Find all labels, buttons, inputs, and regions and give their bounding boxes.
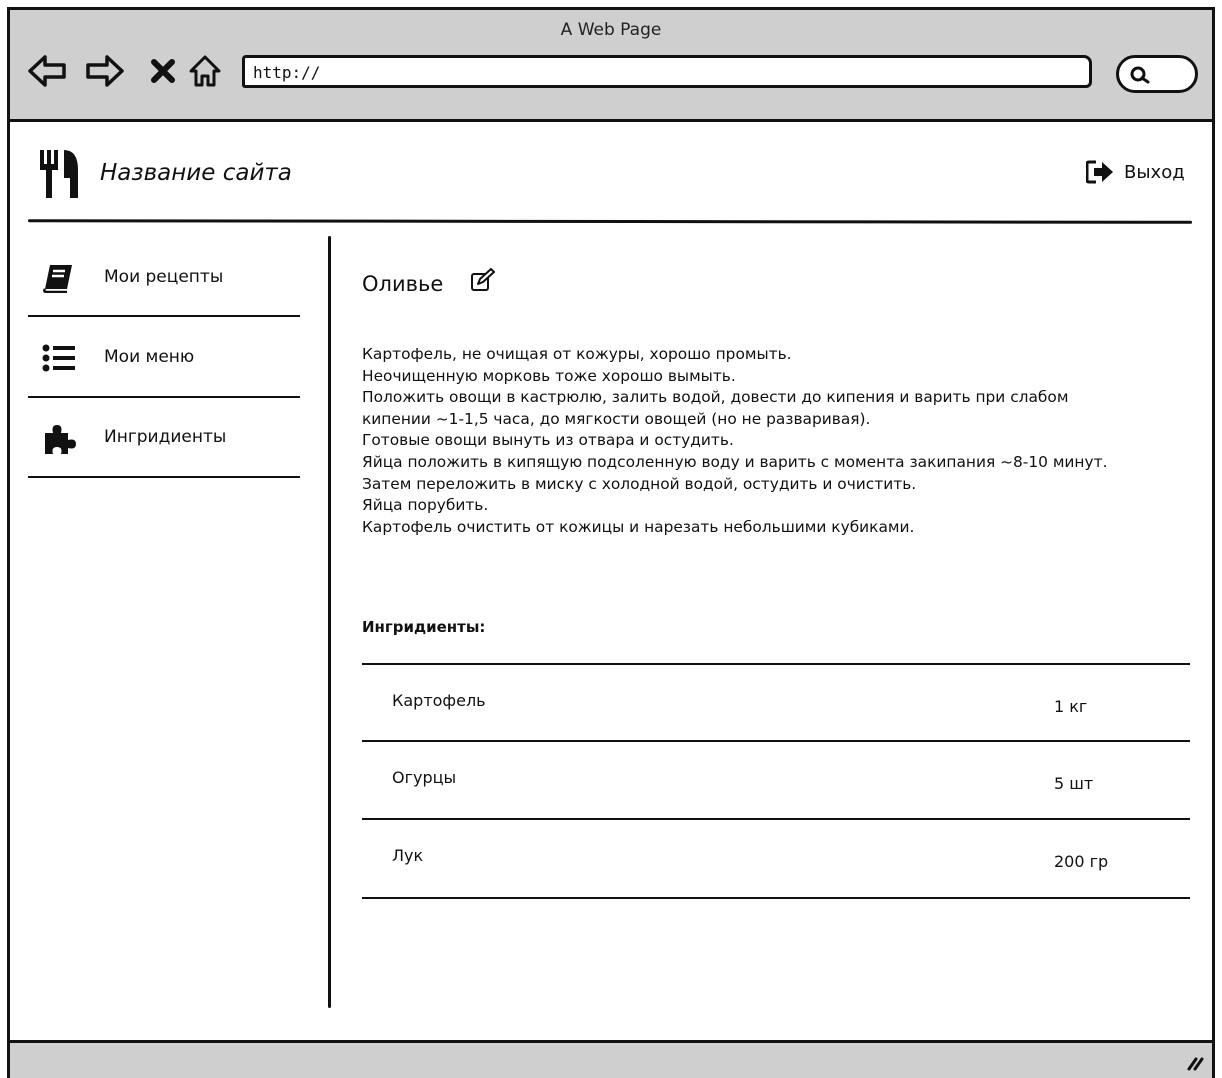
status-bar (10, 1040, 1212, 1078)
recipe-line: Яйца положить в кипящую подсоленную воду… (362, 452, 1108, 471)
ingredient-row: Лук 200 гр (362, 820, 1190, 896)
recipe-line: Картофель, не очищая от кожуры, хорошо п… (362, 345, 792, 363)
sidebar-separator (328, 236, 331, 1008)
arrow-right-icon (86, 55, 124, 87)
sidebar-item-my-recipes[interactable]: Мои рецепты (28, 239, 300, 319)
home-icon (189, 55, 221, 87)
home-button[interactable] (184, 50, 226, 92)
recipe-title: Оливье (362, 272, 444, 296)
close-icon (151, 59, 175, 83)
recipe-line: Картофель очистить от кожицы и нарезать … (362, 517, 915, 536)
recipe-line: Положить овощи в кастрюлю, залить водой,… (362, 388, 1069, 407)
ingredients-heading: Ингридиенты: (362, 618, 486, 636)
sidebar-item-ingredients[interactable]: Ингридиенты (28, 399, 300, 479)
address-bar[interactable]: http:// (242, 55, 1092, 88)
window-title: A Web Page (560, 20, 662, 40)
cutlery-logo-icon (40, 150, 78, 198)
search-icon (1130, 66, 1150, 84)
sidebar-item-label: Мои рецепты (104, 267, 224, 287)
ingredient-row: Огурцы 5 шт (362, 742, 1190, 818)
recipe-line: Готовые овощи вынуть из отвара и остудит… (362, 431, 734, 450)
recipe-line: кипении ~1-1,5 часа, до мягкости овощей … (362, 409, 871, 428)
logout-label: Выход (1124, 161, 1185, 183)
browser-window: A Web Page http:// Название сайта Выход … (7, 7, 1215, 1078)
logout-button[interactable]: Выход (1086, 160, 1185, 184)
ingredient-name: Огурцы (392, 768, 457, 787)
recipe-line: Затем переложить в миску с холодной водо… (362, 474, 917, 493)
book-icon (43, 265, 72, 293)
ingredient-quantity: 200 гр (1054, 852, 1109, 871)
arrow-left-icon (28, 55, 66, 87)
recipe-line: Яйца порубить. (362, 496, 489, 515)
forward-button[interactable] (84, 50, 126, 92)
ingredient-name: Лук (392, 846, 424, 865)
ingredient-row: Картофель 1 кг (362, 665, 1190, 741)
sidebar-divider (28, 396, 300, 398)
edit-icon[interactable] (470, 268, 496, 292)
recipe-line: Неочищенную морковь тоже хорошо вымыть. (362, 366, 736, 385)
puzzle-icon (45, 425, 76, 454)
resize-grip-icon[interactable] (1186, 1053, 1204, 1071)
sidebar-item-label: Ингридиенты (104, 427, 227, 447)
browser-search-button[interactable] (1116, 55, 1198, 93)
recipe-description: Картофель, не очищая от кожуры, хорошо п… (362, 344, 1192, 538)
header-divider (27, 219, 1193, 224)
sidebar-item-label: Мои меню (104, 347, 195, 367)
ingredient-name: Картофель (392, 691, 486, 710)
sign-out-icon (1086, 160, 1113, 184)
ingredients-divider (362, 897, 1190, 899)
list-icon (42, 344, 75, 372)
ingredient-quantity: 1 кг (1054, 697, 1088, 716)
ingredient-quantity: 5 шт (1054, 774, 1094, 793)
sidebar-divider (28, 476, 300, 478)
stop-button[interactable] (142, 50, 184, 92)
site-title[interactable]: Название сайта (100, 160, 292, 186)
browser-toolbar: A Web Page http:// (10, 10, 1212, 122)
sidebar-item-my-menus[interactable]: Мои меню (28, 319, 300, 399)
back-button[interactable] (26, 50, 68, 92)
sidebar-divider (28, 315, 300, 317)
